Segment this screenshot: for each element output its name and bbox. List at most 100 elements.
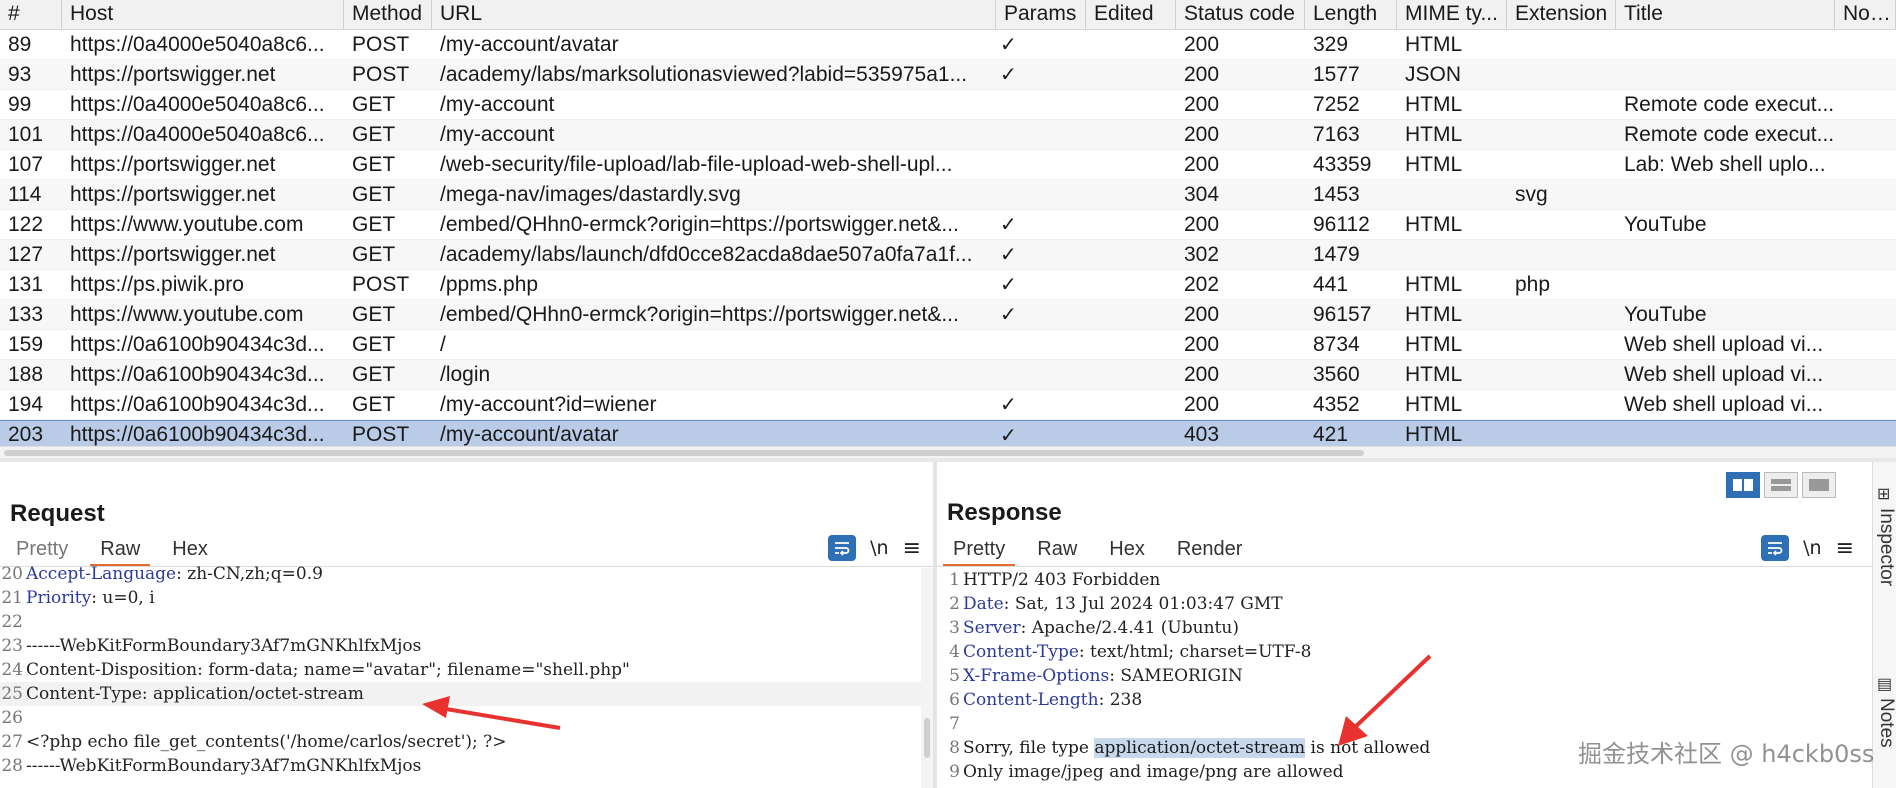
request-editor[interactable]: 20 Accept-Language: zh-CN,zh;q=0.9 21 Prior… bbox=[0, 562, 933, 788]
line-value: Only image/jpeg and image/png are allowe… bbox=[963, 762, 1344, 782]
side-tab-inspector[interactable]: Inspector bbox=[1875, 508, 1896, 586]
code-line: 24 Content-Disposition: form-data; name="… bbox=[0, 658, 933, 682]
code-line: 23 ------WebKitFormBoundary3Af7mGNKhlfxMj… bbox=[0, 634, 933, 658]
horizontal-scrollbar[interactable] bbox=[0, 446, 1896, 458]
column-url-header[interactable]: URL bbox=[432, 0, 996, 30]
column-mime-type-header[interactable]: MIME ty... bbox=[1397, 0, 1507, 30]
request-scrollbar[interactable] bbox=[921, 568, 933, 788]
title-cell: YouTube bbox=[1624, 302, 1707, 326]
column-host-header[interactable]: Host bbox=[62, 0, 344, 30]
title-cell: Web shell upload vi... bbox=[1624, 362, 1824, 386]
header-separator: : bbox=[1098, 690, 1110, 710]
table-row[interactable]: 194 https://0a6100b90434c3d... GET/my-acco… bbox=[0, 390, 1896, 420]
table-row[interactable]: 114 https://portswigger.net GET/mega-nav/i… bbox=[0, 180, 1896, 210]
line-value: 238 bbox=[1109, 690, 1143, 710]
status-code-cell: 200 bbox=[1184, 152, 1220, 176]
params-cell: ✓ bbox=[1000, 64, 1017, 86]
side-tab-notes[interactable]: Notes bbox=[1875, 698, 1896, 748]
request-title: Request bbox=[10, 500, 105, 527]
length-cell: 96157 bbox=[1313, 302, 1372, 326]
single-pane-icon[interactable] bbox=[1802, 472, 1836, 498]
line-number: 25 bbox=[1, 684, 23, 704]
table-row[interactable]: 188 https://0a6100b90434c3d... GET/login 20… bbox=[0, 360, 1896, 390]
mime-type-cell: HTML bbox=[1405, 423, 1463, 446]
table-row[interactable]: 89 https://0a4000e5040a8c6... POST/my-acco… bbox=[0, 30, 1896, 60]
newline-icon[interactable]: \n bbox=[870, 537, 888, 559]
host-cell: https://0a4000e5040a8c6... bbox=[70, 122, 325, 146]
header-name: Priority bbox=[26, 588, 92, 608]
column-number-header[interactable]: # bbox=[0, 0, 62, 30]
menu-icon[interactable]: ≡ bbox=[903, 536, 921, 561]
code-line: 4 Content-Type: text/html; charset=UTF-8 bbox=[937, 640, 1872, 664]
tab-render[interactable]: Render bbox=[1161, 532, 1259, 567]
inspector-icon: ⊞ bbox=[1877, 486, 1891, 503]
url-cell: /login bbox=[440, 362, 491, 386]
table-row[interactable]: 127 https://portswigger.net GET/academy/la… bbox=[0, 240, 1896, 270]
line-number: 5 bbox=[949, 666, 960, 686]
column-length-header[interactable]: Length bbox=[1305, 0, 1397, 30]
number-cell: 122 bbox=[8, 212, 44, 236]
table-row[interactable]: 131 https://ps.piwik.pro POST/ppms.php ✓ 202… bbox=[0, 270, 1896, 300]
code-line: 7 bbox=[937, 712, 1872, 736]
length-cell: 7163 bbox=[1313, 122, 1360, 146]
header-separator: : bbox=[1003, 594, 1015, 614]
pretty-print-toggle[interactable] bbox=[1761, 535, 1790, 561]
table-row[interactable]: 122 https://www.youtube.com GET/embed/QHhn… bbox=[0, 210, 1896, 240]
split-horizontal-icon[interactable] bbox=[1726, 472, 1760, 498]
host-cell: https://0a4000e5040a8c6... bbox=[70, 92, 325, 116]
title-cell: Lab: Web shell uplo... bbox=[1624, 152, 1826, 176]
line-content: ------WebKitFormBoundary3Af7mGNKhlfxMjos bbox=[26, 634, 421, 658]
code-line: 3 Server: Apache/2.4.41 (Ubuntu) bbox=[937, 616, 1872, 640]
tab-pretty[interactable]: Pretty bbox=[937, 532, 1021, 567]
line-number: 1 bbox=[949, 570, 960, 590]
column-edited-header[interactable]: Edited bbox=[1086, 0, 1176, 30]
length-cell: 441 bbox=[1313, 272, 1349, 296]
scrollbar-thumb[interactable] bbox=[924, 718, 930, 758]
mime-type-cell: HTML bbox=[1405, 122, 1463, 146]
table-row[interactable]: 99 https://0a4000e5040a8c6... GET/my-accou… bbox=[0, 90, 1896, 120]
method-cell: POST bbox=[352, 272, 410, 296]
header-name: Content-Type bbox=[963, 642, 1079, 662]
column-title-header[interactable]: Title bbox=[1616, 0, 1835, 30]
status-code-cell: 200 bbox=[1184, 332, 1220, 356]
column-extension-header[interactable]: Extension bbox=[1507, 0, 1616, 30]
params-cell: ✓ bbox=[1000, 34, 1017, 56]
mime-type-cell: JSON bbox=[1405, 62, 1462, 86]
table-row[interactable]: 101 https://0a4000e5040a8c6... GET/my-acco… bbox=[0, 120, 1896, 150]
params-cell: ✓ bbox=[1000, 244, 1017, 266]
code-line: 21 Priority: u=0, i bbox=[0, 586, 933, 610]
table-row[interactable]: 107 https://portswigger.net GET/web-securi… bbox=[0, 150, 1896, 180]
number-cell: 133 bbox=[8, 302, 44, 326]
column-params-header[interactable]: Params bbox=[996, 0, 1086, 30]
length-cell: 7252 bbox=[1313, 92, 1360, 116]
line-number: 9 bbox=[949, 762, 960, 782]
length-cell: 4352 bbox=[1313, 392, 1360, 416]
header-separator: : bbox=[91, 588, 103, 608]
params-cell: ✓ bbox=[1000, 214, 1017, 236]
line-content: Server: Apache/2.4.41 (Ubuntu) bbox=[963, 616, 1239, 640]
title-cell: YouTube bbox=[1624, 212, 1707, 236]
split-vertical-icon[interactable] bbox=[1764, 472, 1798, 498]
table-row[interactable]: 159 https://0a6100b90434c3d... GET / 200 8734… bbox=[0, 330, 1896, 360]
tab-hex[interactable]: Hex bbox=[1093, 532, 1161, 567]
mime-type-cell: HTML bbox=[1405, 92, 1463, 116]
pretty-print-toggle[interactable] bbox=[828, 535, 857, 561]
number-cell: 114 bbox=[8, 182, 42, 206]
table-row[interactable]: 93 https://portswigger.net POST/academy/la… bbox=[0, 60, 1896, 90]
wrap-lines-icon bbox=[835, 542, 850, 556]
scrollbar-thumb[interactable] bbox=[4, 450, 1364, 456]
newline-icon[interactable]: \n bbox=[1803, 537, 1821, 559]
line-content: <?php echo file_get_contents('/home/carl… bbox=[26, 730, 507, 754]
status-code-cell: 403 bbox=[1184, 423, 1220, 446]
table-row[interactable]: 133 https://www.youtube.com GET/embed/QHhn… bbox=[0, 300, 1896, 330]
host-cell: https://portswigger.net bbox=[70, 62, 276, 86]
code-line: 2 Date: Sat, 13 Jul 2024 01:03:47 GMT bbox=[937, 592, 1872, 616]
tab-raw[interactable]: Raw bbox=[1021, 532, 1093, 567]
column-notes-header[interactable]: Notes bbox=[1835, 0, 1896, 30]
column-method-header[interactable]: Method bbox=[344, 0, 432, 30]
column-status-code-header[interactable]: Status code bbox=[1176, 0, 1305, 30]
line-number: 3 bbox=[949, 618, 960, 638]
menu-icon[interactable]: ≡ bbox=[1836, 536, 1854, 561]
code-line: 6 Content-Length: 238 bbox=[937, 688, 1872, 712]
code-line: 25 Content-Type: application/octet-stream bbox=[0, 682, 933, 706]
